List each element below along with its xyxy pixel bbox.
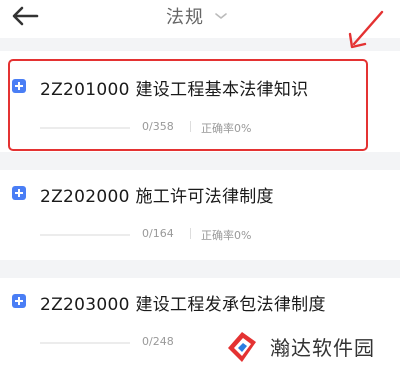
chevron-down-icon — [215, 13, 227, 19]
progress-bar — [40, 342, 130, 344]
accuracy-rate: 正确率0% — [201, 229, 252, 242]
divider — [190, 228, 191, 239]
highlight-annotation-box — [8, 59, 368, 151]
item-title: 2Z203000 建设工程发承包法律制度 — [40, 295, 326, 315]
list-item[interactable]: 2Z202000 施工许可法律制度 0/164 正确率0% — [0, 170, 400, 260]
expand-plus-icon[interactable] — [12, 186, 26, 200]
watermark-text: 瀚达软件园 — [270, 336, 375, 360]
red-arrow-annotation-icon — [348, 10, 384, 49]
page-title: 法规 — [166, 7, 204, 28]
section-gap — [0, 260, 400, 278]
item-title: 2Z202000 施工许可法律制度 — [40, 187, 274, 207]
question-count: 0/248 — [142, 335, 174, 348]
arrow-left-icon[interactable] — [10, 4, 40, 28]
watermark: 瀚达软件园 — [218, 320, 400, 373]
expand-plus-icon[interactable] — [12, 294, 26, 308]
progress-bar — [40, 234, 130, 236]
question-count: 0/164 — [142, 227, 174, 240]
section-gap — [0, 152, 400, 170]
site-logo-icon — [222, 326, 264, 368]
category-selector[interactable]: 法规 — [166, 4, 228, 28]
